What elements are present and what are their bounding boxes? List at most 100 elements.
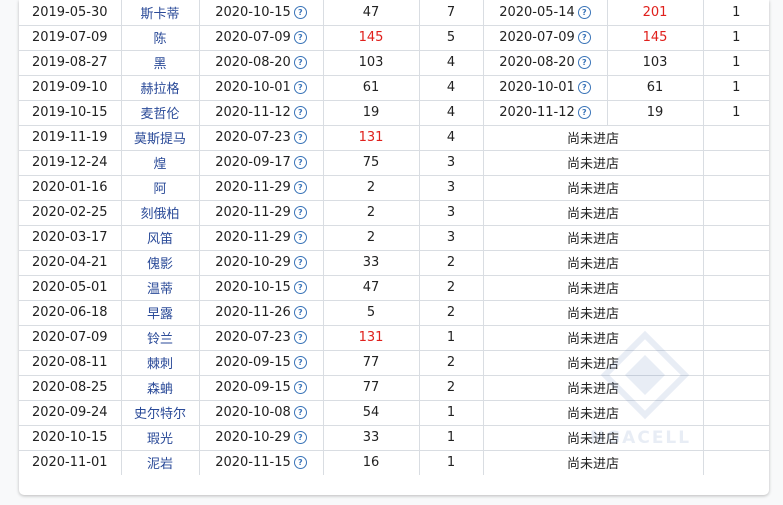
- question-circle-icon[interactable]: ?: [293, 31, 307, 44]
- operator-name-cell: 麦哲伦: [120, 99, 200, 126]
- days-elapsed-cell: 47: [322, 0, 420, 26]
- operator-name-link[interactable]: 陈: [153, 32, 166, 47]
- operator-name-link[interactable]: 早露: [147, 307, 173, 322]
- shop-date-cell: 2020-10-01?: [198, 74, 324, 101]
- table-row: 2019-12-24 煌 2020-09-17? 75 3 尚未进店: [19, 149, 769, 176]
- table-body: 2019-05-30 斯卡蒂 2020-10-15? 47 7 2020-05-14? 20…: [19, 0, 769, 475]
- operator-name-link[interactable]: 黑: [153, 57, 166, 72]
- empty-cell: [702, 349, 769, 376]
- question-circle-icon[interactable]: ?: [293, 56, 307, 69]
- empty-cell: [702, 199, 769, 226]
- operator-name-link[interactable]: 刻俄柏: [140, 207, 179, 222]
- release-date-cell: 2020-08-25: [19, 374, 122, 401]
- operator-name-link[interactable]: 麦哲伦: [140, 107, 179, 122]
- appearance-count-cell: 1: [418, 449, 484, 475]
- question-circle-icon[interactable]: ?: [293, 256, 307, 269]
- second-days-cell: 201: [606, 0, 704, 26]
- operator-name-link[interactable]: 阿: [153, 182, 166, 197]
- shop-date-cell: 2020-11-15?: [198, 449, 324, 475]
- question-circle-icon[interactable]: ?: [293, 131, 307, 144]
- operator-name-cell: 煌: [120, 149, 200, 176]
- table-row: 2020-04-21 傀影 2020-10-29? 33 2 尚未进店: [19, 249, 769, 276]
- appearance-count-cell: 4: [418, 74, 484, 101]
- second-count-cell: 1: [702, 99, 769, 126]
- shop-date-cell: 2020-10-15?: [198, 0, 324, 26]
- question-circle-icon[interactable]: ?: [293, 381, 307, 394]
- shop-date-text: 2020-10-15: [215, 4, 291, 20]
- second-date-text: 2020-05-14: [499, 4, 575, 20]
- shop-date-text: 2020-11-15: [215, 455, 291, 471]
- days-elapsed-cell: 61: [322, 74, 420, 101]
- shop-date-cell: 2020-11-29?: [198, 199, 324, 226]
- empty-cell: [702, 274, 769, 301]
- operator-name-link[interactable]: 泥岩: [147, 457, 173, 472]
- operator-name-link[interactable]: 铃兰: [147, 332, 173, 347]
- release-date-cell: 2019-08-27: [19, 49, 122, 76]
- table-row: 2019-08-27 黑 2020-08-20? 103 4 2020-08-20? 103…: [19, 49, 769, 76]
- second-days-cell: 103: [606, 49, 704, 76]
- shop-date-cell: 2020-10-29?: [198, 424, 324, 451]
- operator-name-link[interactable]: 斯卡蒂: [140, 7, 179, 22]
- appearance-count-cell: 5: [418, 24, 484, 51]
- appearance-count-cell: 3: [418, 174, 484, 201]
- appearance-count-cell: 2: [418, 349, 484, 376]
- question-circle-icon[interactable]: ?: [293, 181, 307, 194]
- status-cell: 尚未进店: [482, 249, 704, 276]
- question-circle-icon[interactable]: ?: [577, 5, 591, 19]
- operator-name-link[interactable]: 莫斯提马: [134, 132, 186, 147]
- question-circle-icon[interactable]: ?: [577, 31, 591, 44]
- empty-cell: [702, 124, 769, 151]
- days-elapsed-cell: 5: [322, 299, 420, 326]
- appearance-count-cell: 1: [418, 399, 484, 426]
- question-circle-icon[interactable]: ?: [293, 231, 307, 244]
- operator-name-link[interactable]: 史尔特尔: [134, 407, 186, 422]
- shop-date-text: 2020-10-29: [215, 430, 291, 445]
- second-days-cell: 19: [606, 99, 704, 126]
- question-circle-icon[interactable]: ?: [293, 156, 307, 169]
- release-date-cell: 2020-08-11: [19, 349, 122, 376]
- question-circle-icon[interactable]: ?: [577, 106, 591, 119]
- appearance-count-cell: 1: [418, 424, 484, 451]
- question-circle-icon[interactable]: ?: [293, 456, 307, 470]
- question-circle-icon[interactable]: ?: [293, 106, 307, 119]
- operator-name-link[interactable]: 风笛: [147, 232, 173, 247]
- question-circle-icon[interactable]: ?: [293, 5, 307, 19]
- days-elapsed-cell: 2: [322, 174, 420, 201]
- question-circle-icon[interactable]: ?: [577, 56, 591, 69]
- days-elapsed-cell: 47: [322, 274, 420, 301]
- operator-name-link[interactable]: 傀影: [147, 257, 173, 272]
- shop-date-cell: 2020-08-20?: [198, 49, 324, 76]
- second-count-cell: 1: [702, 49, 769, 76]
- question-circle-icon[interactable]: ?: [293, 81, 307, 94]
- question-circle-icon[interactable]: ?: [293, 356, 307, 369]
- operator-name-link[interactable]: 赫拉格: [140, 82, 179, 97]
- table-row: 2020-09-24 史尔特尔 2020-10-08? 54 1 尚未进店: [19, 399, 769, 426]
- status-cell: 尚未进店: [482, 224, 704, 251]
- release-date-cell: 2019-05-30: [19, 0, 122, 26]
- release-date-cell: 2019-12-24: [19, 149, 122, 176]
- table-row: 2020-03-17 风笛 2020-11-29? 2 3 尚未进店: [19, 224, 769, 251]
- operator-name-link[interactable]: 森蚺: [147, 382, 173, 397]
- operator-name-cell: 温蒂: [120, 274, 200, 301]
- empty-cell: [702, 449, 769, 475]
- second-date-cell: 2020-11-12?: [482, 99, 608, 126]
- question-circle-icon[interactable]: ?: [293, 281, 307, 294]
- status-cell: 尚未进店: [482, 274, 704, 301]
- operator-name-link[interactable]: 瑕光: [147, 432, 173, 447]
- empty-cell: [702, 174, 769, 201]
- question-circle-icon[interactable]: ?: [293, 306, 307, 319]
- release-date-cell: 2020-10-15: [19, 424, 122, 451]
- question-circle-icon[interactable]: ?: [293, 331, 307, 344]
- operator-name-link[interactable]: 棘刺: [147, 357, 173, 372]
- operator-name-link[interactable]: 煌: [153, 157, 166, 172]
- operator-name-link[interactable]: 温蒂: [147, 282, 173, 297]
- question-circle-icon[interactable]: ?: [293, 431, 307, 444]
- shop-date-text: 2020-07-23: [215, 130, 291, 145]
- second-date-text: 2020-11-12: [499, 105, 575, 120]
- status-cell: 尚未进店: [482, 349, 704, 376]
- question-circle-icon[interactable]: ?: [577, 81, 591, 94]
- question-circle-icon[interactable]: ?: [293, 406, 307, 419]
- operator-name-cell: 瑕光: [120, 424, 200, 451]
- question-circle-icon[interactable]: ?: [293, 206, 307, 219]
- second-count-cell: 1: [702, 24, 769, 51]
